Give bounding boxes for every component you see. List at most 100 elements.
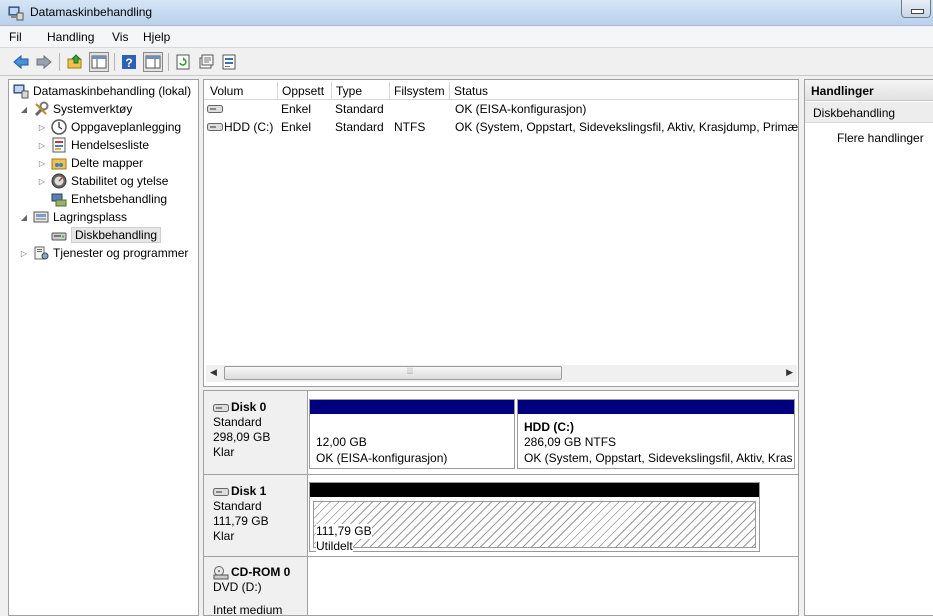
- up-one-level-button[interactable]: [65, 52, 85, 72]
- tree-item-event-viewer[interactable]: ▷ Hendelsesliste: [37, 136, 149, 154]
- tree-item-performance[interactable]: ▷ Stabilitet og ytelse: [37, 172, 168, 190]
- column-header-oppsett[interactable]: Oppsett: [278, 82, 332, 100]
- cell-oppsett: Enkel: [281, 102, 312, 116]
- tree-item-task-scheduler[interactable]: ▷ Oppgaveplanlegging: [37, 118, 181, 136]
- back-arrow-icon: [13, 54, 29, 70]
- tree-item-disk-management[interactable]: Diskbehandling: [51, 226, 162, 244]
- cell-type: Standard: [335, 102, 384, 116]
- storage-icon: [33, 211, 49, 223]
- tree-item-label: Tjenester og programmer: [53, 246, 189, 260]
- disk-management-icon: [51, 232, 67, 241]
- unallocated-bar: [310, 483, 759, 497]
- services-icon: [34, 246, 49, 260]
- tree-item-computer-management[interactable]: Datamaskinbehandling (lokal): [13, 82, 191, 100]
- cell-oppsett: Enkel: [281, 120, 312, 134]
- menu-vis[interactable]: Vis: [112, 30, 128, 44]
- expand-triangle-icon[interactable]: ▷: [37, 177, 47, 186]
- disk-type: DVD (D:): [213, 580, 262, 594]
- disk-info-0[interactable]: Disk 0 Standard 298,09 GB Klar: [204, 391, 308, 474]
- show-hide-console-tree-button[interactable]: [89, 52, 109, 72]
- forward-button[interactable]: [34, 52, 54, 72]
- show-hide-actions-icon: [145, 55, 161, 69]
- cdrom-icon: [213, 565, 229, 579]
- column-header-volum[interactable]: Volum: [206, 82, 278, 100]
- svg-text:?: ?: [125, 56, 132, 70]
- properties-button[interactable]: [196, 52, 216, 72]
- more-actions-link[interactable]: Flere handlinger: [837, 131, 924, 145]
- partition-status: OK (System, Oppstart, Sidevekslingsfil, …: [524, 451, 792, 465]
- scroll-right-arrow-icon[interactable]: ▶: [786, 367, 793, 378]
- tree-item-label: Oppgaveplanlegging: [71, 120, 182, 134]
- disk-row-cdrom[interactable]: CD-ROM 0 DVD (D:) Intet medium: [204, 557, 798, 616]
- export-list-button[interactable]: [219, 52, 239, 72]
- scrollbar-thumb[interactable]: ⦙⦙⦙: [224, 366, 562, 380]
- disk-map: Disk 0 Standard 298,09 GB Klar 12,00 GB …: [203, 390, 799, 616]
- partition-label: HDD (C:): [524, 420, 574, 434]
- disk-icon: [213, 403, 229, 412]
- actions-section-disk-management[interactable]: Diskbehandling: [805, 102, 933, 123]
- grip-icon: ⦙⦙⦙: [407, 366, 414, 376]
- show-hide-tree-icon: [91, 55, 107, 69]
- menu-hjelp[interactable]: Hjelp: [143, 30, 170, 44]
- partition-status: Utildelt: [316, 539, 353, 554]
- minimize-button[interactable]: [901, 0, 931, 18]
- tree-item-device-manager[interactable]: Enhetsbehandling: [51, 190, 167, 208]
- menu-bar: Fil Handling Vis Hjelp: [0, 27, 933, 48]
- forward-arrow-icon: [36, 54, 52, 70]
- export-list-icon: [222, 54, 236, 70]
- horizontal-scrollbar[interactable]: ◀ ⦙⦙⦙ ▶: [206, 365, 797, 382]
- menu-fil[interactable]: Fil: [9, 30, 22, 44]
- expand-triangle-icon[interactable]: ▷: [37, 159, 47, 168]
- refresh-icon: [176, 54, 190, 70]
- partition-c-drive[interactable]: HDD (C:) 286,09 GB NTFS OK (System, Opps…: [517, 399, 795, 469]
- performance-gauge-icon: [51, 173, 67, 189]
- partition-unallocated[interactable]: 111,79 GB Utildelt: [309, 482, 760, 554]
- disk-state: Klar: [213, 529, 235, 543]
- disk-info-1[interactable]: Disk 1 Standard 111,79 GB Klar: [204, 475, 308, 556]
- actions-header: Handlinger: [805, 80, 933, 101]
- tree-item-storage[interactable]: ◢ Lagringsplass: [19, 208, 127, 226]
- console-tree: Datamaskinbehandling (lokal) ◢ Systemver…: [8, 79, 199, 616]
- computer-management-icon: [13, 84, 29, 99]
- expand-triangle-icon[interactable]: ▷: [19, 249, 29, 258]
- volume-icon: [207, 105, 223, 113]
- volume-icon: [207, 123, 223, 131]
- cell-filsystem: NTFS: [394, 120, 426, 134]
- menu-handling[interactable]: Handling: [47, 30, 94, 44]
- tree-item-system-tools[interactable]: ◢ Systemverktøy: [19, 100, 132, 118]
- clock-icon: [51, 119, 67, 135]
- scroll-left-arrow-icon[interactable]: ◀: [210, 367, 217, 378]
- tree-item-label: Enhetsbehandling: [71, 192, 168, 206]
- tree-item-label: Hendelsesliste: [71, 138, 150, 152]
- column-header-status[interactable]: Status: [450, 82, 798, 100]
- disk-state: Klar: [213, 445, 235, 459]
- disk-info-cdrom[interactable]: CD-ROM 0 DVD (D:) Intet medium: [204, 557, 308, 616]
- refresh-button[interactable]: [173, 52, 193, 72]
- collapse-triangle-icon[interactable]: ◢: [19, 213, 29, 222]
- cell-volum: HDD (C:): [224, 120, 274, 134]
- partition-status: OK (EISA-konfigurasjon): [316, 451, 448, 465]
- disk-row-1[interactable]: Disk 1 Standard 111,79 GB Klar 111,79 GB…: [204, 475, 798, 557]
- disk-type: Standard: [213, 415, 262, 429]
- device-manager-icon: [51, 193, 67, 207]
- show-hide-action-pane-button[interactable]: [143, 52, 163, 72]
- shared-folder-icon: [51, 158, 67, 170]
- column-header-type[interactable]: Type: [332, 82, 390, 100]
- help-button[interactable]: ?: [119, 52, 139, 72]
- tree-item-shared-folders[interactable]: ▷ Delte mapper: [37, 154, 143, 172]
- primary-partition-bar: [518, 400, 794, 414]
- expand-triangle-icon[interactable]: ▷: [37, 123, 47, 132]
- expand-triangle-icon[interactable]: ▷: [37, 141, 47, 150]
- properties-icon: [199, 54, 214, 69]
- partition-eisa[interactable]: 12,00 GB OK (EISA-konfigurasjon): [309, 399, 515, 469]
- tree-item-services-apps[interactable]: ▷ Tjenester og programmer: [19, 244, 188, 262]
- back-button[interactable]: [11, 52, 31, 72]
- title-bar: Datamaskinbehandling: [0, 0, 933, 26]
- disk-type: Standard: [213, 499, 262, 513]
- column-header-filsystem[interactable]: Filsystem: [390, 82, 450, 100]
- disk-media: Intet medium: [213, 603, 283, 616]
- collapse-triangle-icon[interactable]: ◢: [19, 105, 29, 114]
- disk-row-0[interactable]: Disk 0 Standard 298,09 GB Klar 12,00 GB …: [204, 391, 798, 475]
- toolbar-separator: [59, 53, 60, 71]
- disk-size: 111,79 GB: [213, 514, 269, 528]
